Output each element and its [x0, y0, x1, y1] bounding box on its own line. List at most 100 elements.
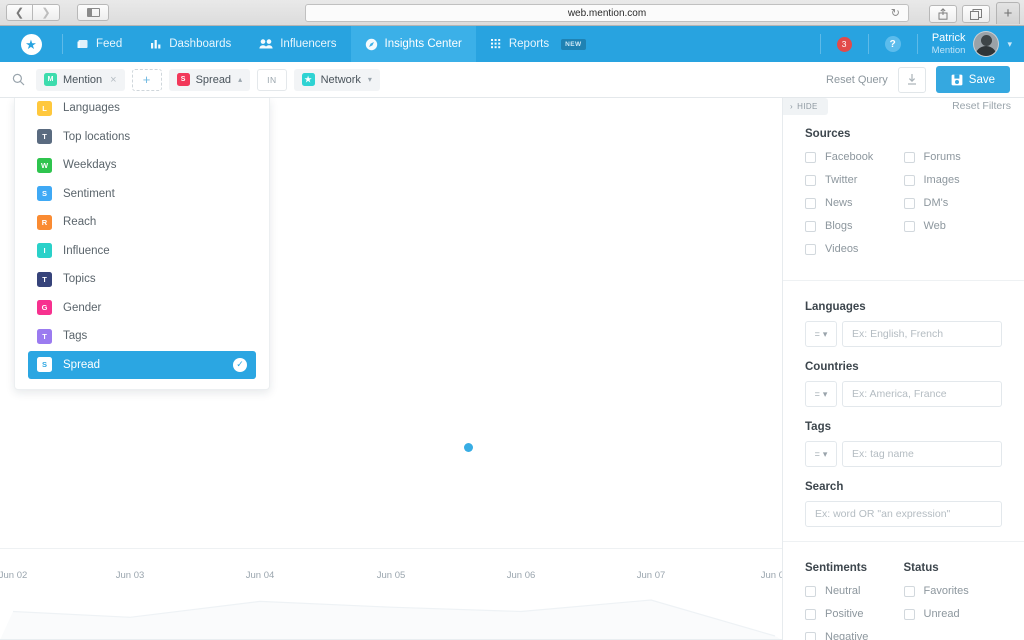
query-chip-mention[interactable]: M Mention × [36, 68, 125, 91]
url-bar[interactable]: web.mention.com ↻ [305, 4, 909, 22]
status-list: Favorites Unread [903, 585, 1003, 620]
sentiment-checkbox-negative[interactable]: Negative [805, 631, 904, 640]
checkbox-icon[interactable] [805, 608, 816, 620]
countries-input[interactable] [842, 381, 1002, 407]
source-checkbox-blogs[interactable]: Blogs [805, 220, 904, 232]
source-checkbox-videos[interactable]: Videos [805, 243, 904, 255]
user-menu[interactable]: Patrick Mention ▾ [918, 26, 1024, 62]
save-button[interactable]: Save [935, 66, 1010, 93]
sidebar-toggle-button[interactable] [77, 4, 109, 21]
app-logo[interactable]: ★ [0, 26, 62, 62]
checkbox-label: Neutral [825, 585, 861, 597]
show-tabs-button[interactable] [962, 5, 990, 23]
star-logo-icon: ★ [20, 33, 42, 55]
metric-item-topics[interactable]: T Topics [28, 265, 256, 294]
checkbox-icon[interactable] [903, 608, 915, 620]
query-connector-in: IN [257, 68, 287, 91]
sources-grid: Facebook Twitter News Blogs Videos Forums Ima… [805, 151, 1002, 266]
status-title: Status [903, 562, 939, 574]
metric-label: Sentiment [63, 187, 115, 200]
metric-icon-tags: T [37, 328, 52, 344]
nav-item-reports[interactable]: Reports NEW [476, 26, 600, 62]
metric-item-top-locations[interactable]: T Top locations [28, 123, 256, 152]
nav-item-insights-center[interactable]: Insights Center [350, 26, 476, 62]
source-checkbox-forums[interactable]: Forums [903, 151, 1003, 163]
metric-item-sentiment[interactable]: S Sentiment [28, 180, 256, 209]
source-checkbox-news[interactable]: News [805, 197, 904, 209]
forward-button[interactable]: ❯ [33, 4, 60, 21]
search-icon[interactable] [12, 73, 25, 86]
source-checkbox-images[interactable]: Images [903, 174, 1003, 186]
checkbox-icon[interactable] [805, 151, 816, 163]
metric-item-weekdays[interactable]: W Weekdays [28, 151, 256, 180]
notifications-button[interactable]: 3 [821, 26, 868, 62]
source-checkbox-twitter[interactable]: Twitter [805, 174, 904, 186]
status-checkbox-favorites[interactable]: Favorites [903, 585, 1003, 597]
metric-item-gender[interactable]: G Gender [28, 294, 256, 323]
add-query-chip-button[interactable]: + [131, 68, 162, 91]
avatar [973, 31, 1000, 57]
nav-item-feed[interactable]: Feed [63, 26, 136, 62]
save-button-label: Save [968, 73, 995, 86]
metric-item-languages[interactable]: L Languages [28, 98, 256, 123]
metric-item-influence[interactable]: I Influence [28, 237, 256, 266]
source-checkbox-facebook[interactable]: Facebook [805, 151, 904, 163]
back-button[interactable]: ❮ [6, 4, 33, 21]
languages-input[interactable] [842, 321, 1002, 347]
metric-icon-sentiment: S [37, 186, 52, 202]
nav-label-dashboards: Dashboards [169, 38, 232, 50]
chevron-down-icon[interactable]: ▾ [1007, 39, 1012, 50]
reload-icon[interactable]: ↻ [891, 7, 900, 20]
source-checkbox-dms[interactable]: DM's [903, 197, 1003, 209]
query-chip-spread[interactable]: S Spread ▴ [168, 68, 251, 91]
checkbox-icon[interactable] [805, 220, 816, 232]
close-icon[interactable]: × [110, 74, 116, 86]
search-input[interactable] [805, 501, 1002, 527]
checkbox-icon[interactable] [805, 631, 816, 640]
checkbox-icon[interactable] [903, 174, 915, 186]
query-bar-actions: Reset Query Save [826, 66, 1010, 93]
metric-item-spread[interactable]: S Spread ✓ [28, 350, 256, 379]
share-button[interactable] [929, 5, 957, 23]
help-button[interactable]: ? [869, 26, 917, 62]
download-button[interactable] [897, 66, 926, 93]
sentiment-checkbox-positive[interactable]: Positive [805, 608, 904, 620]
filter-section-sources: Sources Facebook Twitter News Blogs Videos F… [783, 124, 1024, 266]
countries-operator-select[interactable]: = ▾ [805, 381, 837, 407]
reset-filters-button[interactable]: Reset Filters [952, 100, 1011, 112]
hide-filters-button[interactable]: › HIDE [783, 98, 828, 115]
checkbox-icon[interactable] [903, 585, 915, 597]
source-checkbox-web[interactable]: Web [903, 220, 1003, 232]
sentiment-checkbox-neutral[interactable]: Neutral [805, 585, 904, 597]
tags-label: Tags [805, 421, 831, 433]
checkbox-icon[interactable] [903, 151, 915, 163]
browser-right-buttons: + [924, 2, 1020, 24]
nav-item-dashboards[interactable]: Dashboards [136, 26, 245, 62]
hide-filters-label: HIDE [797, 102, 818, 111]
help-icon: ? [884, 36, 901, 52]
languages-operator-select[interactable]: = ▾ [805, 321, 837, 347]
sources-title: Sources [805, 128, 851, 140]
status-checkbox-unread[interactable]: Unread [903, 608, 1003, 620]
tags-operator-select[interactable]: = ▾ [805, 441, 837, 467]
metric-label: Topics [63, 273, 96, 286]
checkbox-icon[interactable] [805, 197, 816, 209]
checkbox-icon[interactable] [903, 197, 915, 209]
checkbox-label: Favorites [923, 585, 969, 597]
nav-item-influencers[interactable]: Influencers [245, 26, 350, 62]
metric-item-tags[interactable]: T Tags [28, 322, 256, 351]
reset-query-button[interactable]: Reset Query [826, 74, 888, 86]
metric-item-reach[interactable]: R Reach [28, 208, 256, 237]
new-tab-button[interactable]: + [996, 2, 1020, 24]
query-chip-network[interactable]: ★ Network ▾ [293, 68, 380, 91]
browser-toolbar: ❮ ❯ web.mention.com ↻ + [0, 0, 1024, 26]
checkbox-icon[interactable] [903, 220, 915, 232]
checkbox-icon[interactable] [805, 174, 816, 186]
checkbox-icon[interactable] [805, 243, 816, 255]
insights-main-area: L Languages T Top locations W Weekdays S Sentim… [0, 98, 782, 640]
tags-input[interactable] [842, 441, 1002, 467]
chevron-down-icon[interactable]: ▾ [368, 75, 372, 84]
checkbox-icon[interactable] [805, 585, 816, 597]
chevron-up-icon[interactable]: ▴ [238, 75, 242, 84]
checkbox-label: Positive [825, 608, 864, 620]
